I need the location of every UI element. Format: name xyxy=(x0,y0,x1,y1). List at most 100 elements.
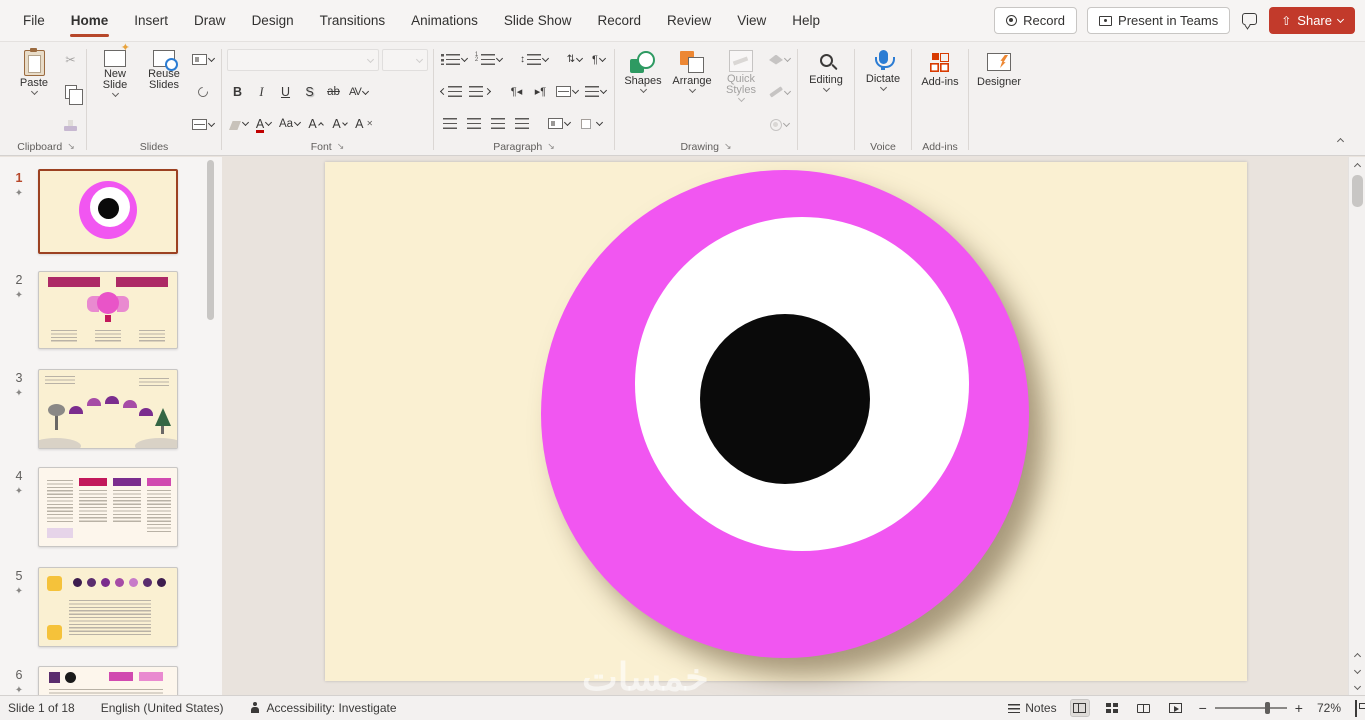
grow-font-button[interactable]: A xyxy=(305,113,326,134)
slide-3-thumbnail[interactable] xyxy=(38,369,178,449)
scroll-down-button[interactable] xyxy=(1353,679,1361,695)
new-slide-button[interactable]: New Slide xyxy=(92,43,138,138)
zoom-slider[interactable] xyxy=(1214,702,1287,714)
shrink-text-overflow-button[interactable] xyxy=(583,81,608,102)
paste-button[interactable]: Paste xyxy=(11,46,57,138)
editing-button[interactable]: Editing xyxy=(803,46,849,138)
collapse-ribbon-button[interactable] xyxy=(1329,131,1351,149)
format-painter-button[interactable] xyxy=(60,114,81,135)
designer-button[interactable]: Designer xyxy=(974,46,1024,138)
change-case-button[interactable]: Aa xyxy=(277,113,302,134)
increase-indent-button[interactable] xyxy=(467,81,492,102)
shapes-button[interactable]: Shapes xyxy=(620,46,666,138)
fit-to-window-button[interactable] xyxy=(1355,699,1357,717)
align-center-button[interactable] xyxy=(463,113,484,134)
black-circle-shape[interactable] xyxy=(700,314,870,484)
scrollbar-track[interactable] xyxy=(1349,173,1365,647)
convert-to-smartart-button[interactable] xyxy=(575,113,604,134)
shape-fill-button[interactable] xyxy=(767,49,792,70)
section-button[interactable] xyxy=(190,114,216,135)
font-color-button[interactable]: A xyxy=(253,113,274,134)
slide-layout-button[interactable] xyxy=(190,49,216,70)
quick-styles-button[interactable]: Quick Styles xyxy=(718,46,764,138)
reading-view-button[interactable] xyxy=(1135,700,1153,716)
slide-sorter-view-button[interactable] xyxy=(1103,700,1121,716)
line-spacing-button[interactable]: ↕ xyxy=(518,49,550,70)
reset-slide-button[interactable] xyxy=(190,82,216,103)
slide-2-thumbnail[interactable] xyxy=(38,271,178,349)
tab-record[interactable]: Record xyxy=(584,0,654,41)
reuse-slides-button[interactable]: Reuse Slides xyxy=(141,46,187,138)
normal-view-button[interactable] xyxy=(1069,699,1090,717)
ltr-text-button[interactable]: ¶◂ xyxy=(506,81,527,102)
tab-transitions[interactable]: Transitions xyxy=(307,0,399,41)
zoom-slider-thumb[interactable] xyxy=(1264,702,1270,714)
notes-button[interactable]: Notes xyxy=(1008,701,1057,715)
font-name-combobox[interactable] xyxy=(227,49,379,71)
slide-canvas[interactable] xyxy=(325,162,1247,681)
rtl-text-button[interactable]: ▸¶ xyxy=(530,81,551,102)
tab-animations[interactable]: Animations xyxy=(398,0,491,41)
thumbnail-scrollbar[interactable] xyxy=(207,160,214,320)
tab-review[interactable]: Review xyxy=(654,0,724,41)
text-highlight-button[interactable] xyxy=(227,113,250,134)
character-spacing-button[interactable]: AV xyxy=(347,82,370,103)
tab-design[interactable]: Design xyxy=(239,0,307,41)
tab-insert[interactable]: Insert xyxy=(121,0,181,41)
bold-button[interactable]: B xyxy=(227,82,248,103)
zoom-out-button[interactable]: − xyxy=(1199,701,1207,715)
clipboard-dialog-launcher-icon[interactable]: ↘ xyxy=(67,142,75,151)
underline-button[interactable]: U xyxy=(275,82,296,103)
shrink-font-button[interactable]: A xyxy=(329,113,350,134)
bullets-button[interactable] xyxy=(439,49,469,70)
copy-button[interactable] xyxy=(60,82,83,105)
tab-view[interactable]: View xyxy=(724,0,779,41)
clear-formatting-button[interactable]: A ✕ xyxy=(353,113,375,134)
language-indicator[interactable]: English (United States) xyxy=(101,701,224,715)
shape-outline-button[interactable] xyxy=(767,82,792,103)
slide-indicator[interactable]: Slide 1 of 18 xyxy=(8,701,75,715)
tab-home[interactable]: Home xyxy=(58,0,122,41)
comments-button[interactable] xyxy=(1242,13,1258,28)
font-dialog-launcher-icon[interactable]: ↘ xyxy=(337,142,345,151)
justify-button[interactable] xyxy=(511,113,532,134)
record-button[interactable]: Record xyxy=(994,7,1078,34)
shape-effects-button[interactable] xyxy=(767,114,792,135)
slide-1-thumbnail[interactable] xyxy=(38,169,178,254)
italic-button[interactable]: I xyxy=(251,82,272,103)
distribute-columns-button[interactable] xyxy=(546,113,572,134)
scroll-up-button[interactable] xyxy=(1349,157,1365,173)
share-button[interactable]: ⇧ Share xyxy=(1269,7,1355,34)
slide-6-thumbnail[interactable] xyxy=(38,666,178,695)
add-ins-button[interactable]: Add-ins xyxy=(917,46,963,138)
numbering-button[interactable] xyxy=(472,49,504,70)
align-right-button[interactable] xyxy=(487,113,508,134)
decrease-indent-button[interactable] xyxy=(439,81,464,102)
arrange-button[interactable]: Arrange xyxy=(669,46,715,138)
columns-button[interactable] xyxy=(554,81,580,102)
drawing-dialog-launcher-icon[interactable]: ↘ xyxy=(724,142,732,151)
strikethrough-button[interactable]: ab xyxy=(323,82,344,103)
slide-5-thumbnail[interactable] xyxy=(38,567,178,647)
scrollbar-thumb[interactable] xyxy=(1352,175,1363,207)
cut-button[interactable]: ✂ xyxy=(60,49,81,70)
slide-4-thumbnail[interactable] xyxy=(38,467,178,547)
present-in-teams-button[interactable]: Present in Teams xyxy=(1087,7,1231,34)
tab-draw[interactable]: Draw xyxy=(181,0,239,41)
accessibility-checker[interactable]: Accessibility: Investigate xyxy=(249,701,397,715)
tab-slide-show[interactable]: Slide Show xyxy=(491,0,585,41)
paragraph-dialog-launcher-icon[interactable]: ↘ xyxy=(547,142,555,151)
next-slide-button[interactable] xyxy=(1353,663,1361,679)
dictate-button[interactable]: Dictate xyxy=(860,46,906,138)
slideshow-button[interactable] xyxy=(1167,700,1185,716)
font-size-combobox[interactable] xyxy=(382,49,428,71)
text-direction-button[interactable]: ¶ xyxy=(588,49,609,70)
align-left-button[interactable] xyxy=(439,113,460,134)
zoom-level[interactable]: 72% xyxy=(1317,701,1341,715)
tab-file[interactable]: File xyxy=(10,0,58,41)
tab-help[interactable]: Help xyxy=(779,0,833,41)
previous-slide-button[interactable] xyxy=(1353,647,1361,663)
text-shadow-button[interactable]: S xyxy=(299,82,320,103)
zoom-in-button[interactable]: + xyxy=(1295,701,1303,715)
align-text-button[interactable]: ⇅ xyxy=(564,49,585,70)
